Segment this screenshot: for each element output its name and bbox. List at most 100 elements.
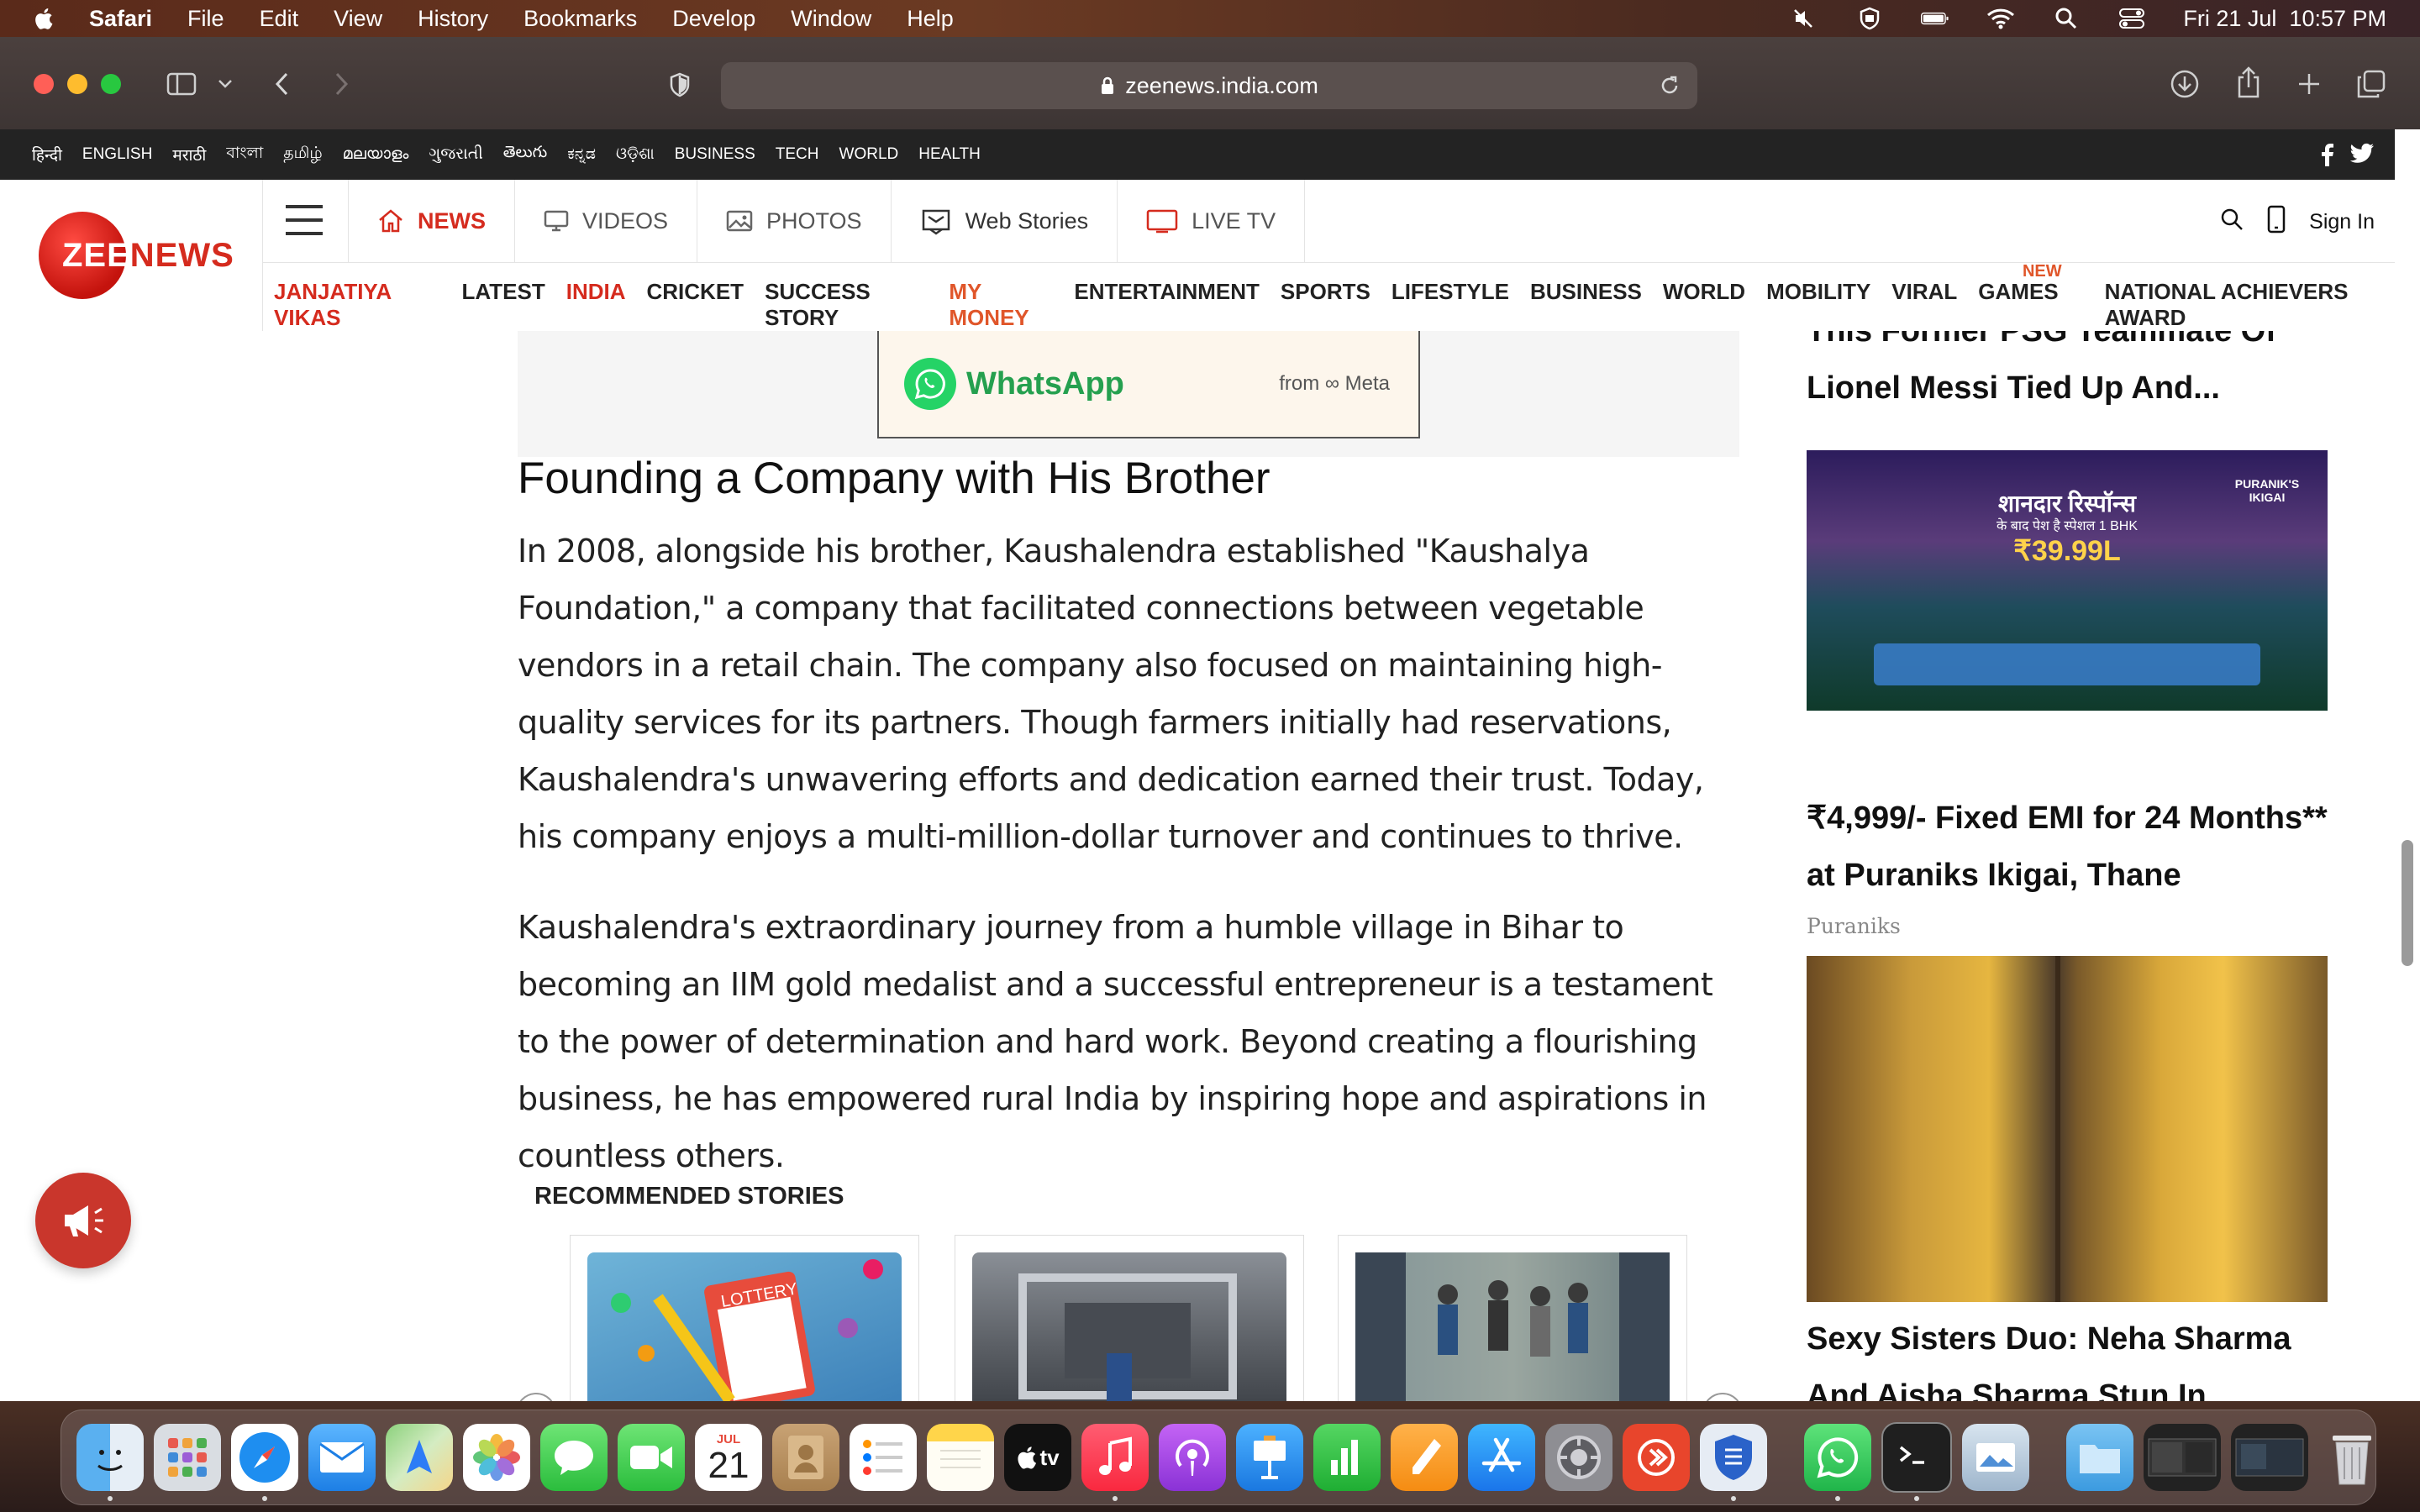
tab-photos[interactable]: PHOTOS: [697, 180, 892, 262]
pages-icon[interactable]: [1391, 1424, 1458, 1491]
nav-india[interactable]: INDIA: [566, 279, 626, 331]
carousel-prev-button[interactable]: [516, 1393, 556, 1401]
menu-history[interactable]: History: [418, 6, 488, 32]
safari-icon[interactable]: [231, 1424, 298, 1501]
music-icon[interactable]: [1081, 1424, 1149, 1501]
page-scroll-track[interactable]: [2395, 129, 2420, 1401]
tab-web-stories[interactable]: Web Stories: [892, 180, 1118, 262]
podcasts-icon[interactable]: [1159, 1424, 1226, 1491]
tab-news[interactable]: NEWS: [349, 180, 515, 262]
notes-icon[interactable]: [927, 1424, 994, 1491]
nav-entertainment[interactable]: ENTERTAINMENT: [1074, 279, 1260, 331]
new-tab-icon[interactable]: [2294, 69, 2324, 99]
preview-icon[interactable]: [1962, 1424, 2029, 1491]
nav-janjatiya-vikas[interactable]: JANJATIYA VIKAS: [274, 279, 441, 331]
nav-world[interactable]: WORLD: [1663, 279, 1745, 331]
recommended-card[interactable]: LOTTERY: [570, 1235, 919, 1401]
close-window-button[interactable]: [34, 74, 54, 94]
recommended-card[interactable]: [1338, 1235, 1687, 1401]
messages-icon[interactable]: [540, 1424, 608, 1491]
menu-file[interactable]: File: [187, 6, 224, 32]
mute-icon[interactable]: [1790, 7, 1818, 30]
reminders-icon[interactable]: [850, 1424, 917, 1491]
recommended-card[interactable]: [955, 1235, 1304, 1401]
tab-videos[interactable]: VIDEOS: [515, 180, 698, 262]
privacy-shield-icon[interactable]: [666, 71, 694, 99]
lang-link[interactable]: ଓଡ଼ିଶା: [616, 145, 655, 164]
menu-window[interactable]: Window: [791, 6, 871, 32]
screenshot-stack-icon[interactable]: [2144, 1424, 2221, 1491]
trash-icon[interactable]: [2318, 1424, 2386, 1491]
url-text[interactable]: zeenews.india.com: [1125, 73, 1318, 99]
chevron-down-icon[interactable]: [215, 74, 235, 94]
facebook-icon[interactable]: [2321, 143, 2334, 171]
wifi-icon[interactable]: [1986, 7, 2015, 30]
downloads-icon[interactable]: [2168, 67, 2202, 101]
facetime-icon[interactable]: [618, 1424, 685, 1491]
menu-edit[interactable]: Edit: [260, 6, 299, 32]
vpn-shield-app-icon[interactable]: [1700, 1424, 1767, 1501]
section-link-world[interactable]: WORLD: [839, 145, 899, 164]
lang-link[interactable]: ಕನ್ನಡ: [567, 145, 596, 164]
system-preferences-icon[interactable]: [1545, 1424, 1612, 1491]
reload-icon[interactable]: [1659, 74, 1681, 103]
sidebar-story-link[interactable]: This Former PSG Teammate Of Lionel Messi…: [1807, 331, 2276, 417]
apple-tv-icon[interactable]: tv: [1004, 1424, 1071, 1491]
remote-desktop-icon[interactable]: [1623, 1424, 1690, 1491]
keynote-icon[interactable]: [1236, 1424, 1303, 1491]
apple-menu-icon[interactable]: [30, 4, 59, 33]
launchpad-icon[interactable]: [154, 1424, 221, 1491]
nav-games[interactable]: GAMES NEW: [1978, 262, 2061, 331]
whatsapp-ad[interactable]: WhatsApp from ∞ Meta: [877, 331, 1420, 438]
sidebar-story-link[interactable]: Sexy Sisters Duo: Neha Sharma And Aisha …: [1807, 1310, 2328, 1401]
nav-mobility[interactable]: MOBILITY: [1766, 279, 1870, 331]
sign-in-link[interactable]: Sign In: [2309, 210, 2375, 234]
numbers-icon[interactable]: [1313, 1424, 1381, 1491]
clock[interactable]: Fri 21 Jul 10:57 PM: [2183, 6, 2386, 32]
section-link-business[interactable]: BUSINESS: [675, 145, 755, 164]
nav-latest[interactable]: LATEST: [462, 279, 545, 331]
forward-button[interactable]: [329, 69, 355, 99]
nav-sports[interactable]: SPORTS: [1281, 279, 1370, 331]
photos-icon[interactable]: [463, 1424, 530, 1491]
app-store-icon[interactable]: [1468, 1424, 1535, 1491]
search-icon[interactable]: [2220, 207, 2244, 237]
site-logo[interactable]: ZEENEWS: [0, 180, 263, 331]
nav-national-achievers-award[interactable]: NATIONAL ACHIEVERS AWARD: [2105, 279, 2395, 331]
menu-bookmarks[interactable]: Bookmarks: [523, 6, 637, 32]
control-center-icon[interactable]: [2118, 7, 2146, 30]
mobile-app-icon[interactable]: [2267, 205, 2286, 239]
lang-link[interactable]: ENGLISH: [82, 145, 152, 164]
menu-develop[interactable]: Develop: [672, 6, 755, 32]
lang-link[interactable]: हिन्दी: [32, 144, 62, 165]
menu-help[interactable]: Help: [907, 6, 954, 32]
twitter-icon[interactable]: [2349, 143, 2375, 171]
page-scrollbar-thumb[interactable]: [2402, 840, 2413, 966]
carousel-next-button[interactable]: [1702, 1393, 1743, 1401]
lang-link[interactable]: मराठी: [172, 144, 206, 165]
sponsored-promo[interactable]: ₹4,999/- Fixed EMI for 24 Months** at Pu…: [1807, 790, 2328, 938]
minimize-window-button[interactable]: [67, 74, 87, 94]
nav-my-money[interactable]: MY MONEY: [949, 279, 1053, 331]
lang-link[interactable]: ગુજરાતી: [429, 145, 482, 164]
address-bar[interactable]: zeenews.india.com: [721, 62, 1697, 109]
sidebar-photo[interactable]: [1807, 956, 2328, 1302]
vpn-shield-icon[interactable]: [1855, 7, 1884, 30]
share-icon[interactable]: [2232, 64, 2265, 101]
lang-link[interactable]: മലയാളം: [343, 145, 409, 164]
contacts-icon[interactable]: [772, 1424, 839, 1491]
menu-view[interactable]: View: [334, 6, 382, 32]
nav-success-story[interactable]: SUCCESS STORY: [765, 279, 928, 331]
terminal-icon[interactable]: [1881, 1422, 1952, 1501]
mail-icon[interactable]: [308, 1424, 376, 1491]
battery-icon[interactable]: [1921, 7, 1949, 30]
finder-icon[interactable]: [76, 1424, 144, 1501]
menu-app-name[interactable]: Safari: [89, 6, 152, 32]
maps-icon[interactable]: [386, 1424, 453, 1491]
downloads-folder-icon[interactable]: [2066, 1424, 2133, 1491]
section-link-tech[interactable]: TECH: [776, 145, 819, 164]
lang-link[interactable]: বাংলা: [226, 141, 263, 168]
spotlight-search-icon[interactable]: [2052, 7, 2081, 30]
section-link-health[interactable]: HEALTH: [918, 145, 981, 164]
whatsapp-dock-icon[interactable]: [1804, 1424, 1871, 1501]
